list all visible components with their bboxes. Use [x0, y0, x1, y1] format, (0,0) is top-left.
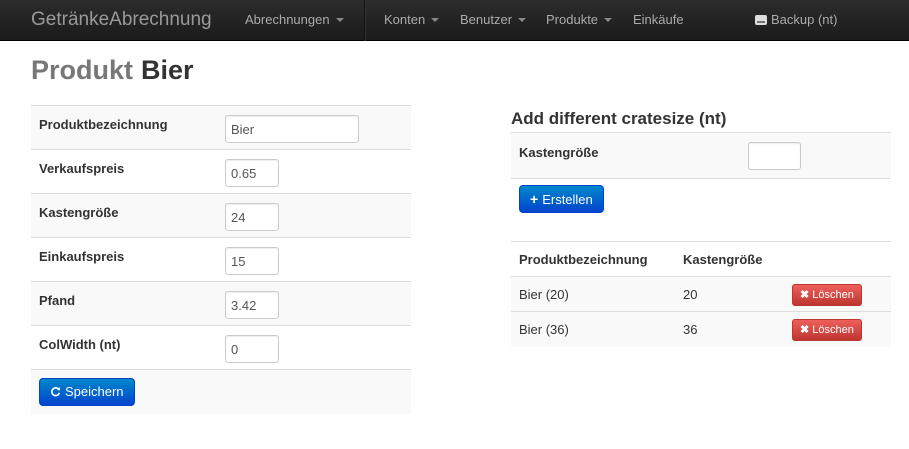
cratesize-field-row: Kastengröße: [511, 133, 891, 179]
form-row-verkaufspreis: Verkaufspreis: [31, 150, 411, 194]
nav-produkte-label: Produkte: [546, 12, 599, 27]
nav-divider: [364, 0, 366, 41]
plus-icon: +: [530, 191, 539, 207]
delete-button-label: Löschen: [812, 324, 854, 336]
caret-down-icon: [431, 17, 440, 22]
delete-button-label: Löschen: [812, 289, 854, 301]
create-button-label: Erstellen: [542, 192, 593, 207]
page-title-name: Bier: [141, 55, 194, 85]
nav-backup[interactable]: Backup (nt): [755, 12, 837, 27]
field-label: Verkaufspreis: [39, 161, 125, 176]
row-size: 36: [683, 322, 698, 337]
pfand-input[interactable]: [225, 291, 279, 319]
page-title: Produkt Bier: [31, 53, 194, 87]
produktbezeichnung-input[interactable]: [225, 115, 359, 143]
column-header: Produktbezeichnung: [519, 252, 648, 267]
nav-einkaeufe-label: Einkäufe: [633, 12, 684, 27]
row-size: 20: [683, 287, 698, 302]
einkaufspreis-input[interactable]: [225, 247, 279, 275]
product-form: Produktbezeichnung Verkaufspreis Kasteng…: [31, 105, 411, 414]
form-row-save: Speichern: [31, 370, 411, 414]
delete-button[interactable]: ✖ Löschen: [792, 284, 862, 306]
kastengroesse-input[interactable]: [225, 203, 279, 231]
cratesize-title: Add different cratesize (nt): [511, 109, 727, 128]
colwidth-input[interactable]: [225, 335, 279, 363]
caret-down-icon: [518, 17, 527, 22]
table-header-row: Produktbezeichnung Kastengröße: [511, 242, 891, 277]
row-name: Bier (20): [519, 287, 569, 302]
nav-konten[interactable]: Konten: [384, 12, 440, 27]
delete-button[interactable]: ✖ Löschen: [792, 319, 862, 341]
cratesize-field-label: Kastengröße: [519, 145, 599, 160]
nav-benutzer[interactable]: Benutzer: [460, 12, 527, 27]
remove-icon: ✖: [800, 324, 810, 336]
nav-backup-label: Backup (nt): [771, 12, 838, 27]
navbar: GetränkeAbrechnung Abrechnungen Konten B…: [0, 0, 909, 41]
cratesize-table: Produktbezeichnung Kastengröße Bier (20)…: [511, 241, 891, 347]
nav-abrechnungen[interactable]: Abrechnungen: [245, 12, 344, 27]
nav-abrechnungen-label: Abrechnungen: [245, 12, 330, 27]
form-row-produktbezeichnung: Produktbezeichnung: [31, 106, 411, 150]
caret-down-icon: [335, 17, 344, 22]
verkaufspreis-input[interactable]: [225, 159, 279, 187]
nav-benutzer-label: Benutzer: [460, 12, 513, 27]
field-label: Einkaufspreis: [39, 249, 125, 264]
column-header: Kastengröße: [683, 252, 763, 267]
table-row: Bier (36) 36 ✖ Löschen: [511, 312, 891, 347]
save-button-label: Speichern: [65, 384, 124, 399]
form-row-kastengroesse: Kastengröße: [31, 194, 411, 238]
refresh-icon: [51, 387, 61, 397]
form-row-colwidth: ColWidth (nt): [31, 326, 411, 370]
brand[interactable]: GetränkeAbrechnung: [31, 9, 212, 31]
nav-produkte[interactable]: Produkte: [546, 12, 613, 27]
hdd-icon: [755, 15, 767, 25]
field-label: Kastengröße: [39, 205, 119, 220]
form-row-pfand: Pfand: [31, 282, 411, 326]
nav-konten-label: Konten: [384, 12, 426, 27]
table-row: Bier (20) 20 ✖ Löschen: [511, 277, 891, 312]
create-button[interactable]: + Erstellen: [519, 185, 604, 213]
caret-down-icon: [604, 17, 613, 22]
save-button[interactable]: Speichern: [39, 378, 135, 406]
nav-einkaeufe[interactable]: Einkäufe: [633, 12, 684, 27]
cratesize-input[interactable]: [748, 142, 801, 170]
page-title-prefix: Produkt: [31, 55, 134, 85]
cratesize-form: Kastengröße: [511, 132, 891, 179]
remove-icon: ✖: [800, 289, 810, 301]
field-label: ColWidth (nt): [39, 337, 121, 352]
field-label: Produktbezeichnung: [39, 117, 168, 132]
field-label: Pfand: [39, 293, 76, 308]
form-row-einkaufspreis: Einkaufspreis: [31, 238, 411, 282]
row-name: Bier (36): [519, 322, 569, 337]
